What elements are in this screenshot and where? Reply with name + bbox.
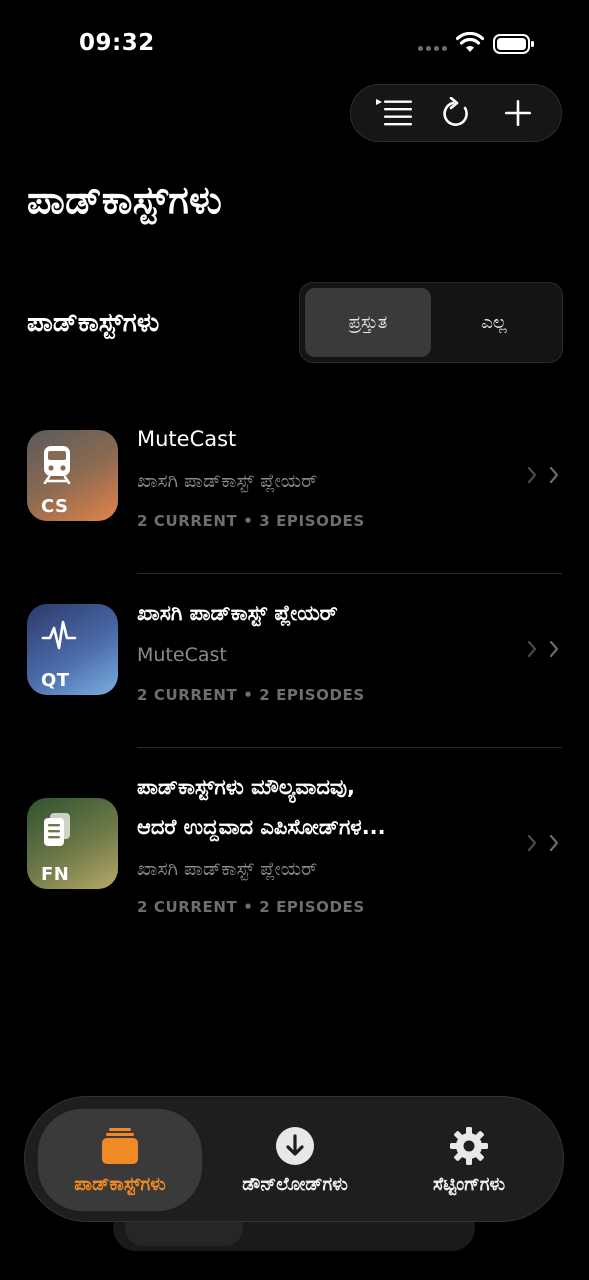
up-next-button[interactable]	[370, 89, 418, 137]
podcast-meta: 2 CURRENT • 2 EPISODES	[137, 898, 365, 916]
podcast-meta: 2 CURRENT • 3 EPISODES	[137, 512, 365, 530]
download-icon	[276, 1126, 314, 1165]
status-bar: 09:32	[0, 0, 589, 90]
tab-bar: ಪಾಡ್‌ಕಾಸ್ಟ್‌ಗಳು ಡೌನ್‌ಲೋಡ್‌ಗಳು ಸೆಟ್ಟಿಂಗ್‌…	[24, 1096, 564, 1222]
podcast-artwork: FN	[27, 798, 118, 889]
status-time: 09:32	[79, 30, 155, 56]
segment-current[interactable]: ಪ್ರಸ್ತುತ	[305, 288, 431, 357]
train-icon	[43, 446, 71, 484]
artwork-abbreviation: QT	[41, 670, 70, 691]
refresh-icon	[443, 97, 468, 126]
battery-icon	[493, 34, 534, 54]
chevron-right-icon	[527, 466, 559, 484]
podcast-title-line1: ಪಾಡ್‌ಕಾಸ್ಟ್‌ಗಳು ಮೌಲ್ಯವಾದವು,	[137, 775, 355, 799]
podcast-row[interactable]: FN ಪಾಡ್‌ಕಾಸ್ಟ್‌ಗಳು ಮೌಲ್ಯವಾದವು, ಆದರೆ ಉದ್ದ…	[0, 748, 589, 948]
tab-label: ಡೌನ್‌ಲೋಡ್‌ಗಳು	[242, 1173, 348, 1195]
page-title: ಪಾಡ್‌ಕಾಸ್ಟ್‌ಗಳು	[27, 178, 223, 222]
segment-all[interactable]: ಎಲ್ಲ	[431, 288, 557, 357]
podcast-title: ಖಾಸಗಿ ಪಾಡ್‌ಕಾಸ್ಟ್ ಪ್ಲೇಯರ್	[137, 601, 338, 625]
artwork-abbreviation: CS	[41, 496, 69, 517]
podcast-artwork: QT	[27, 604, 118, 695]
filter-segmented-control: ಪ್ರಸ್ತುತ ಎಲ್ಲ	[299, 282, 563, 363]
tab-settings[interactable]: ಸೆಟ್ಟಿಂಗ್‌ಗಳು	[387, 1109, 551, 1211]
podcast-row[interactable]: CS MuteCast ಖಾಸಗಿ ಪಾಡ್‌ಕಾಸ್ಟ್ ಪ್ಲೇಯರ್ 2 …	[0, 400, 589, 574]
podcast-artwork: CS	[27, 430, 118, 521]
podcast-title-line2: ಆದರೆ ಉದ್ದವಾದ ಎಪಿಸೋಡ್‌ಗಳ...	[137, 815, 386, 839]
gear-icon	[450, 1126, 488, 1165]
podcasts-stack-icon	[102, 1127, 138, 1164]
top-toolbar	[350, 84, 562, 142]
podcast-list: CS MuteCast ಖಾಸಗಿ ಪಾಡ್‌ಕಾಸ್ಟ್ ಪ್ಲೇಯರ್ 2 …	[0, 400, 589, 948]
chevron-right-icon	[527, 834, 559, 852]
podcast-title: MuteCast	[137, 427, 237, 451]
podcast-row[interactable]: QT ಖಾಸಗಿ ಪಾಡ್‌ಕಾಸ್ಟ್ ಪ್ಲೇಯರ್ MuteCast 2 …	[0, 574, 589, 748]
podcast-subtitle: MuteCast	[137, 644, 227, 666]
podcast-meta: 2 CURRENT • 2 EPISODES	[137, 686, 365, 704]
refresh-button[interactable]	[432, 89, 480, 137]
tab-label: ಪಾಡ್‌ಕಾಸ್ಟ್‌ಗಳು	[74, 1173, 166, 1195]
add-podcast-button[interactable]	[494, 89, 542, 137]
podcast-subtitle: ಖಾಸಗಿ ಪಾಡ್‌ಕಾಸ್ಟ್ ಪ್ಲೇಯರ್	[137, 858, 318, 880]
section-header: ಪಾಡ್‌ಕಾಸ್ಟ್‌ಗಳು	[27, 308, 160, 338]
artwork-abbreviation: FN	[41, 864, 70, 885]
plus-icon	[505, 100, 531, 126]
cellular-signal-icon	[418, 46, 447, 51]
waveform-icon	[41, 620, 77, 650]
tab-label: ಸೆಟ್ಟಿಂಗ್‌ಗಳು	[432, 1173, 506, 1195]
wifi-icon	[456, 32, 484, 52]
playlist-icon	[376, 99, 412, 126]
document-icon	[44, 813, 70, 846]
chevron-right-icon	[527, 640, 559, 658]
tab-downloads[interactable]: ಡೌನ್‌ಲೋಡ್‌ಗಳು	[207, 1109, 383, 1211]
tab-podcasts[interactable]: ಪಾಡ್‌ಕಾಸ್ಟ್‌ಗಳು	[38, 1109, 202, 1211]
podcast-subtitle: ಖಾಸಗಿ ಪಾಡ್‌ಕಾಸ್ಟ್ ಪ್ಲೇಯರ್	[137, 470, 318, 492]
